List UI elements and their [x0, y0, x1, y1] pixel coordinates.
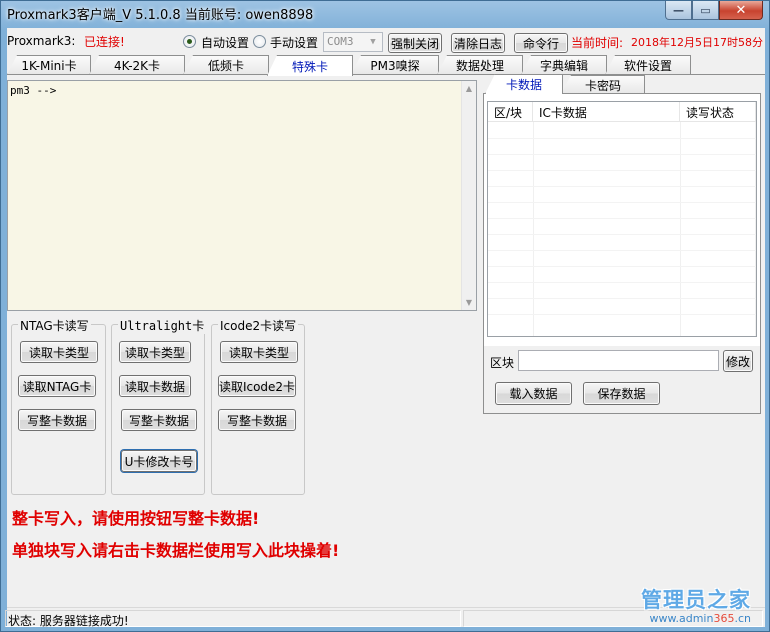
auto-setting-radio[interactable] — [183, 35, 196, 48]
column-block[interactable]: 区/块 — [488, 102, 533, 122]
ntag-group-title: NTAG卡读写 — [18, 317, 91, 334]
watermark-url-suffix: .cn — [734, 612, 751, 625]
tab-pm3-sniff[interactable]: PM3嗅探 — [351, 55, 439, 75]
manual-setting-label[interactable]: 手动设置 — [270, 34, 318, 51]
grid-divider — [488, 218, 756, 219]
icode2-read-type-button[interactable]: 读取卡类型 — [220, 341, 298, 363]
notice-full-write: 整卡写入，请使用按钮写整卡数据! — [12, 509, 260, 528]
ultralight-group: Ultralight卡 读取卡类型 读取卡数据 写整卡数据 U卡修改卡号 — [111, 317, 207, 495]
ultralight-group-title: Ultralight卡 — [118, 317, 207, 334]
client-area: Proxmark3: 已连接! 自动设置 手动设置 COM3 ▼ 强制关闭 清除… — [5, 28, 765, 630]
main-tabs: 1K-Mini卡 4K-2K卡 低频卡 特殊卡 PM3嗅探 数据处理 字典编辑 … — [7, 55, 765, 76]
block-input[interactable] — [518, 350, 719, 371]
icode2-write-card-button[interactable]: 写整卡数据 — [218, 409, 296, 431]
watermark-url-prefix: www.admin — [649, 612, 714, 625]
proxmark-label: Proxmark3: — [7, 34, 76, 48]
com-port-value: COM3 — [327, 35, 354, 48]
grid-divider — [488, 282, 756, 283]
save-data-button[interactable]: 保存数据 — [583, 382, 660, 405]
console-output[interactable]: pm3 --> ▲ ▼ — [7, 80, 477, 311]
current-time-value: 2018年12月5日17时58分 — [631, 36, 763, 49]
grid-divider — [488, 314, 756, 315]
window-title: Proxmark3客户端_V 5.1.0.8 当前账号: owen8898 — [7, 8, 314, 23]
close-button[interactable]: ✕ — [719, 1, 763, 20]
icode2-read-card-button[interactable]: 读取Icode2卡 — [218, 375, 296, 397]
block-edit-area: 区块 修改 载入数据 保存数据 — [484, 346, 760, 413]
column-rw-status[interactable]: 读写状态 — [680, 102, 756, 122]
com-port-select[interactable]: COM3 ▼ — [323, 32, 383, 52]
chevron-down-icon: ▼ — [370, 37, 376, 47]
modify-button[interactable]: 修改 — [723, 350, 753, 372]
grid-divider — [488, 298, 756, 299]
icode2-group-title: Icode2卡读写 — [218, 317, 299, 334]
grid-divider — [488, 202, 756, 203]
column-ic-data[interactable]: IC卡数据 — [533, 102, 680, 122]
watermark-title: 管理员之家 — [641, 588, 751, 612]
load-data-button[interactable]: 载入数据 — [495, 382, 572, 405]
special-card-panel: pm3 --> ▲ ▼ NTAG卡读写 读取卡类型 读取NTAG卡 写整卡数据 … — [7, 74, 765, 606]
grid-header: 区/块 IC卡数据 读写状态 — [488, 102, 756, 122]
ultralight-write-card-button[interactable]: 写整卡数据 — [121, 409, 197, 431]
console-scrollbar[interactable]: ▲ ▼ — [461, 81, 476, 310]
tab-card-data[interactable]: 卡数据 — [485, 74, 563, 94]
notice-block-write: 单独块写入请右击卡数据栏使用写入此块操着! — [12, 541, 340, 560]
icode2-group: Icode2卡读写 读取卡类型 读取Icode2卡 写整卡数据 — [211, 317, 305, 495]
title-bar[interactable]: Proxmark3客户端_V 5.1.0.8 当前账号: owen8898 — … — [1, 1, 769, 25]
status-text: 状态: 服务器链接成功! — [8, 614, 129, 628]
auto-setting-label[interactable]: 自动设置 — [201, 34, 249, 51]
card-data-grid[interactable]: 区/块 IC卡数据 读写状态 — [487, 101, 757, 337]
scroll-down-icon[interactable]: ▼ — [462, 295, 476, 310]
connection-row: Proxmark3: 已连接! 自动设置 手动设置 COM3 ▼ 强制关闭 清除… — [7, 28, 765, 54]
ntag-group: NTAG卡读写 读取卡类型 读取NTAG卡 写整卡数据 — [11, 317, 106, 495]
watermark-url: www.admin365.cn — [650, 612, 751, 625]
grid-divider — [488, 266, 756, 267]
ntag-write-card-button[interactable]: 写整卡数据 — [18, 409, 96, 431]
console-prompt: pm3 --> — [10, 84, 57, 97]
grid-divider — [488, 170, 756, 171]
ntag-read-type-button[interactable]: 读取卡类型 — [20, 341, 98, 363]
grid-divider — [488, 250, 756, 251]
status-cell-main: 状态: 服务器链接成功! — [5, 610, 461, 628]
block-label: 区块 — [490, 356, 515, 370]
command-line-button[interactable]: 命令行 — [514, 33, 568, 53]
manual-setting-radio[interactable] — [253, 35, 266, 48]
ntag-read-card-button[interactable]: 读取NTAG卡 — [18, 375, 96, 397]
watermark-logo: 管理员之家 www.admin365.cn — [611, 584, 751, 630]
tab-card-password[interactable]: 卡密码 — [561, 75, 645, 94]
tab-software-settings[interactable]: 软件设置 — [605, 55, 691, 75]
minimize-button[interactable]: — — [665, 1, 692, 20]
tab-dictionary-edit[interactable]: 字典编辑 — [521, 55, 607, 75]
tab-data-processing[interactable]: 数据处理 — [437, 55, 523, 75]
tab-4k-2k[interactable]: 4K-2K卡 — [89, 55, 185, 75]
card-data-panel: 区/块 IC卡数据 读写状态 区块 修改 载入数据 保存数据 — [483, 94, 761, 414]
tab-low-frequency[interactable]: 低频卡 — [183, 55, 269, 75]
connection-status: 已连接! — [84, 35, 125, 49]
window-controls: — ▭ ✕ — [665, 1, 763, 20]
grid-divider — [488, 186, 756, 187]
ultralight-read-type-button[interactable]: 读取卡类型 — [119, 341, 191, 363]
current-time-label: 当前时间: — [571, 36, 624, 50]
tab-special-card[interactable]: 特殊卡 — [267, 55, 353, 76]
grid-divider — [488, 234, 756, 235]
grid-divider — [488, 138, 756, 139]
scroll-up-icon[interactable]: ▲ — [462, 81, 476, 96]
maximize-button[interactable]: ▭ — [692, 1, 719, 20]
grid-divider — [488, 154, 756, 155]
tab-1k-mini[interactable]: 1K-Mini卡 — [7, 55, 91, 75]
ultralight-read-data-button[interactable]: 读取卡数据 — [119, 375, 191, 397]
ultralight-change-uid-button[interactable]: U卡修改卡号 — [121, 450, 197, 472]
force-close-button[interactable]: 强制关闭 — [388, 33, 442, 53]
watermark-url-number: 365 — [713, 612, 735, 625]
app-window: Proxmark3客户端_V 5.1.0.8 当前账号: owen8898 — … — [0, 0, 770, 632]
clear-log-button[interactable]: 清除日志 — [451, 33, 505, 53]
